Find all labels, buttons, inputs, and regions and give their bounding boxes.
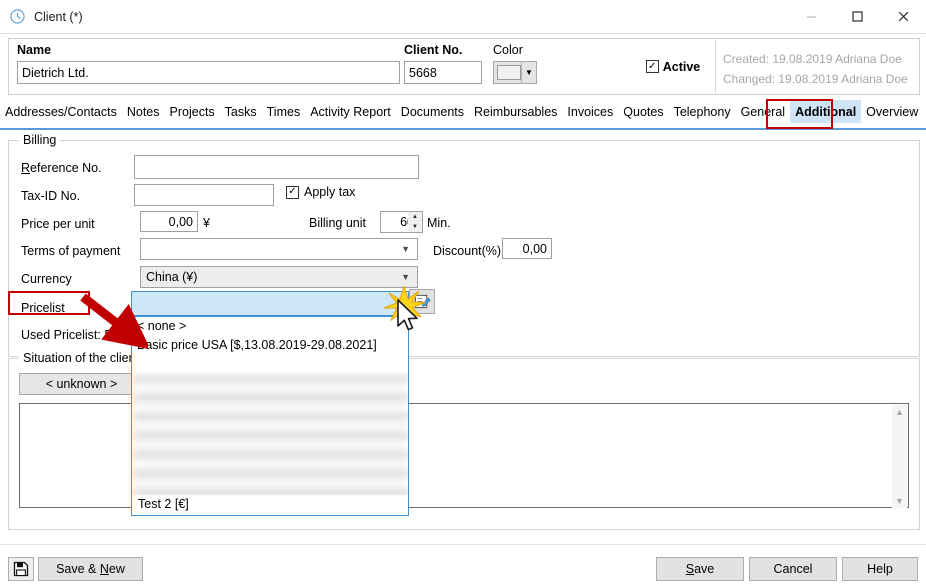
name-input[interactable]: Dietrich Ltd. [17, 61, 400, 84]
active-checkbox[interactable]: ✓ [646, 60, 659, 73]
reference-no-input[interactable] [134, 155, 419, 179]
save-icon-button[interactable] [8, 557, 34, 581]
apply-tax-checkbox[interactable]: ✓ [286, 186, 299, 199]
name-label: Name [17, 43, 51, 57]
apply-tax-checkbox-wrap[interactable]: ✓ Apply tax [286, 185, 355, 199]
situation-status-button[interactable]: < unknown > [19, 373, 144, 395]
maximize-button[interactable] [834, 0, 880, 33]
chevron-down-icon: ▼ [401, 272, 410, 282]
active-label: Active [663, 60, 701, 74]
tab-tasks[interactable]: Tasks [220, 100, 262, 123]
apply-tax-label: Apply tax [304, 185, 355, 199]
tab-additional[interactable]: Additional [790, 100, 861, 123]
tab-times[interactable]: Times [262, 100, 306, 123]
save-and-new-button[interactable]: Save & New [38, 557, 143, 581]
tax-id-input[interactable] [134, 184, 274, 206]
tab-telephony[interactable]: Telephony [669, 100, 736, 123]
pricelist-select[interactable] [131, 291, 409, 316]
tab-quotes[interactable]: Quotes [618, 100, 668, 123]
stepper-down-icon[interactable]: ▼ [408, 222, 422, 232]
chevron-up-icon[interactable]: ▲ [895, 405, 904, 419]
currency-select[interactable]: China (¥) ▼ [140, 266, 418, 288]
discount-label: Discount(%) [433, 244, 501, 258]
tab-activity-report[interactable]: Activity Report [305, 100, 396, 123]
cancel-button[interactable]: Cancel [749, 557, 837, 581]
window-title-bar: Client (*) [0, 0, 926, 34]
tab-general[interactable]: General [736, 100, 790, 123]
minimize-button[interactable] [788, 0, 834, 33]
floppy-disk-icon [13, 561, 29, 577]
list-item[interactable]: < none > [132, 317, 408, 336]
tab-strip: Addresses/Contacts Notes Projects Tasks … [0, 100, 926, 130]
pricelist-label: Pricelist [21, 301, 65, 315]
reference-no-label: Reference No. [21, 161, 102, 175]
situation-legend: Situation of the client [19, 351, 143, 365]
list-item[interactable]: Basic price USA [$,13.08.2019-29.08.2021… [132, 336, 408, 355]
terms-of-payment-select[interactable]: ▼ [140, 238, 418, 260]
client-no-label: Client No. [404, 43, 462, 57]
currency-label: Currency [21, 272, 72, 286]
edit-pencil-icon[interactable] [409, 289, 435, 314]
tax-id-label: Tax-ID No. [21, 189, 80, 203]
save-and-new-label: Save & New [56, 562, 125, 576]
tab-notes[interactable]: Notes [122, 100, 165, 123]
tab-invoices[interactable]: Invoices [562, 100, 618, 123]
close-button[interactable] [880, 0, 926, 33]
tab-reimbursables[interactable]: Reimbursables [469, 100, 562, 123]
billing-unit-stepper[interactable]: ▲ ▼ [408, 211, 423, 233]
save-label: Save [686, 562, 715, 576]
discount-input[interactable]: 0,00 [502, 238, 552, 259]
chevron-down-icon[interactable]: ▼ [521, 62, 536, 83]
chevron-down-icon: ▼ [401, 244, 410, 254]
active-checkbox-cell[interactable]: ✓ Active [631, 40, 716, 93]
client-header-panel: Name Dietrich Ltd. Client No. 5668 Color… [8, 38, 920, 95]
help-button[interactable]: Help [842, 557, 918, 581]
used-pricelist-text: Used Pricelist: Basis [21, 328, 135, 342]
color-label: Color [493, 43, 523, 57]
tab-documents[interactable]: Documents [396, 100, 469, 123]
terms-of-payment-label: Terms of payment [21, 244, 120, 258]
price-per-unit-label: Price per unit [21, 217, 95, 231]
price-per-unit-currency-symbol: ¥ [203, 216, 210, 230]
client-no-input[interactable]: 5668 [404, 61, 482, 84]
window-title: Client (*) [34, 10, 83, 24]
notes-scrollbar[interactable]: ▲ ▼ [892, 405, 907, 508]
chevron-down-icon[interactable]: ▼ [895, 494, 904, 508]
tab-overview[interactable]: Overview [861, 100, 923, 123]
billing-unit-suffix: Min. [427, 216, 451, 230]
list-item[interactable]: Test 2 [€] [133, 495, 409, 514]
save-button[interactable]: Save [656, 557, 744, 581]
price-per-unit-input[interactable]: 0,00 [140, 211, 198, 232]
currency-value: China (¥) [146, 270, 197, 284]
clock-icon [9, 9, 25, 25]
changed-text: Changed: 19.08.2019 Adriana Doe [723, 69, 908, 89]
record-metadata: Created: 19.08.2019 Adriana Doe Changed:… [723, 49, 908, 89]
color-swatch [497, 65, 521, 80]
tab-addresses-contacts[interactable]: Addresses/Contacts [0, 100, 122, 123]
tab-projects[interactable]: Projects [165, 100, 220, 123]
billing-legend: Billing [19, 133, 60, 147]
stepper-up-icon[interactable]: ▲ [408, 212, 422, 222]
created-text: Created: 19.08.2019 Adriana Doe [723, 49, 908, 69]
billing-unit-label: Billing unit [309, 216, 366, 230]
window-controls [788, 0, 926, 33]
redacted-list-items [133, 375, 409, 498]
footer-separator [0, 544, 926, 545]
pricelist-dropdown-list[interactable]: < none > Basic price USA [$,13.08.2019-2… [131, 316, 409, 516]
color-picker[interactable]: ▼ [493, 61, 537, 84]
